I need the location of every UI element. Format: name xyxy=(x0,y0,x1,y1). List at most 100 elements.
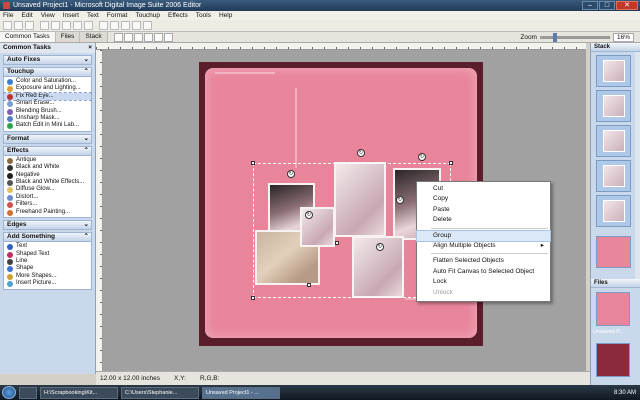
start-button-icon[interactable] xyxy=(2,386,16,399)
task-item[interactable]: Smart Erase... xyxy=(4,100,91,108)
taskbar-item[interactable]: C:\Users\Stephanie... xyxy=(121,386,199,399)
quick-launch-icon[interactable] xyxy=(19,386,37,399)
task-item[interactable]: Negative xyxy=(4,172,91,179)
menu-help[interactable]: Help xyxy=(219,12,232,19)
shape-tool-icon[interactable] xyxy=(153,32,163,42)
context-menu-item[interactable]: Delete xyxy=(417,215,550,225)
undo-icon[interactable] xyxy=(99,21,108,30)
task-item[interactable]: Shaped Text xyxy=(4,251,91,258)
paste-icon[interactable] xyxy=(84,21,93,30)
context-menu-item[interactable]: Paste xyxy=(417,205,550,215)
file-thumbnail[interactable] xyxy=(596,292,630,326)
taskbar-item[interactable]: H:\Scrapbooking\Kit... xyxy=(40,386,118,399)
rotate-handle-icon[interactable]: ↻ xyxy=(305,211,313,219)
tab-stack[interactable]: Stack xyxy=(80,32,108,42)
menu-effects[interactable]: Effects xyxy=(168,12,188,19)
stack-scrollbar[interactable] xyxy=(635,52,640,282)
close-icon[interactable]: × xyxy=(88,43,92,53)
task-item[interactable]: Filters... xyxy=(4,201,91,209)
task-item[interactable]: More Shapes... xyxy=(4,273,91,280)
tab-files[interactable]: Files xyxy=(55,32,81,42)
stack-item[interactable] xyxy=(596,195,631,227)
resize-handle[interactable] xyxy=(449,161,453,165)
rotate-handle-icon[interactable]: ↻ xyxy=(376,243,384,251)
context-menu-item[interactable]: Lock xyxy=(417,277,550,287)
stack-item[interactable] xyxy=(596,125,631,157)
menu-text[interactable]: Text xyxy=(87,12,99,19)
section-header[interactable]: Touchup ⌃ xyxy=(3,67,92,77)
context-menu-item[interactable]: Cut xyxy=(417,184,550,194)
resize-handle[interactable] xyxy=(307,283,311,287)
section-header[interactable]: Format ⌄ xyxy=(3,133,92,144)
chevron-down-icon[interactable]: ⌄ xyxy=(84,221,89,229)
context-menu-item[interactable]: Auto Fit Canvas to Selected Object xyxy=(417,267,550,277)
save-icon[interactable] xyxy=(25,21,34,30)
chevron-down-icon[interactable]: ⌄ xyxy=(84,135,89,143)
menu-format[interactable]: Format xyxy=(107,12,128,19)
minimize-button[interactable]: – xyxy=(582,1,598,10)
task-item[interactable]: Diffuse Glow... xyxy=(4,186,91,194)
zoom-slider-thumb[interactable] xyxy=(552,32,557,42)
resize-handle[interactable] xyxy=(251,296,255,300)
task-item[interactable]: Exposure and Lighting... xyxy=(4,85,91,93)
context-menu-item[interactable]: Group xyxy=(416,229,551,242)
task-item[interactable]: Shape xyxy=(4,265,91,273)
close-button[interactable]: ✕ xyxy=(616,1,638,10)
resize-handle[interactable] xyxy=(335,241,339,245)
task-item[interactable]: Antique xyxy=(4,157,91,164)
section-header[interactable]: Add Something ⌃ xyxy=(3,232,92,243)
stack-item[interactable] xyxy=(596,160,631,192)
stack-item[interactable] xyxy=(596,55,631,87)
menu-view[interactable]: View xyxy=(41,12,55,19)
menu-touchup[interactable]: Touchup xyxy=(135,12,160,19)
paint-tool-icon[interactable] xyxy=(163,32,173,42)
task-item[interactable]: Insert Picture... xyxy=(4,280,91,288)
file-thumbnail[interactable] xyxy=(596,343,630,377)
chevron-up-icon[interactable]: ⌃ xyxy=(84,147,89,155)
open-icon[interactable] xyxy=(14,21,23,30)
resize-handle[interactable] xyxy=(251,161,255,165)
zoom-value[interactable]: 16% xyxy=(612,32,634,42)
section-header[interactable]: Effects ⌃ xyxy=(3,145,92,156)
task-item[interactable]: Black and White Effects... xyxy=(4,179,91,187)
menu-insert[interactable]: Insert xyxy=(63,12,79,19)
context-menu-item[interactable]: Flatten Selected Objects xyxy=(417,256,550,266)
pointer-tool-icon[interactable] xyxy=(113,32,123,42)
section-header[interactable]: Edges ⌄ xyxy=(3,220,92,231)
task-item[interactable]: Batch Edit in Mini Lab... xyxy=(4,122,91,130)
text-tool-icon[interactable] xyxy=(143,32,153,42)
print-icon[interactable] xyxy=(40,21,49,30)
task-item[interactable]: Black and White xyxy=(4,164,91,172)
task-item[interactable]: Freehand Painting... xyxy=(4,209,91,216)
tab-common-tasks[interactable]: Common Tasks xyxy=(0,32,56,42)
rotate-handle-icon[interactable]: ↻ xyxy=(418,153,426,161)
context-menu-item[interactable]: Align Multiple Objects ▸ xyxy=(417,241,550,251)
menu-tools[interactable]: Tools xyxy=(196,12,211,19)
menu-file[interactable]: File xyxy=(3,12,13,19)
task-item[interactable]: Blending Brush... xyxy=(4,108,91,115)
stack-item[interactable] xyxy=(596,90,631,122)
rotate-handle-icon[interactable]: ↻ xyxy=(287,170,295,178)
new-icon[interactable] xyxy=(3,21,12,30)
stack-item-background[interactable] xyxy=(596,236,631,268)
section-header[interactable]: Auto Fixes ⌄ xyxy=(3,55,92,65)
task-item[interactable]: Fix Red Eye... xyxy=(3,91,92,102)
task-item[interactable]: Unsharp Mask... xyxy=(4,115,91,123)
email-icon[interactable] xyxy=(51,21,60,30)
chevron-down-icon[interactable]: ⌄ xyxy=(84,56,89,64)
rotate-left-icon[interactable] xyxy=(121,21,130,30)
chevron-up-icon[interactable]: ⌃ xyxy=(84,68,89,76)
cut-icon[interactable] xyxy=(62,21,71,30)
crop-tool-icon[interactable] xyxy=(133,32,143,42)
task-item[interactable]: Distort... xyxy=(4,194,91,201)
chevron-up-icon[interactable]: ⌃ xyxy=(84,233,89,241)
maximize-button[interactable]: □ xyxy=(599,1,615,10)
redo-icon[interactable] xyxy=(110,21,119,30)
menu-edit[interactable]: Edit xyxy=(21,12,32,19)
copy-icon[interactable] xyxy=(73,21,82,30)
task-item[interactable]: Line xyxy=(4,258,91,265)
rotate-handle-icon[interactable]: ↻ xyxy=(396,196,404,204)
zoom-slider[interactable] xyxy=(539,32,610,42)
task-item[interactable]: Color and Saturation... xyxy=(4,78,91,85)
task-item[interactable]: Text xyxy=(4,243,91,251)
